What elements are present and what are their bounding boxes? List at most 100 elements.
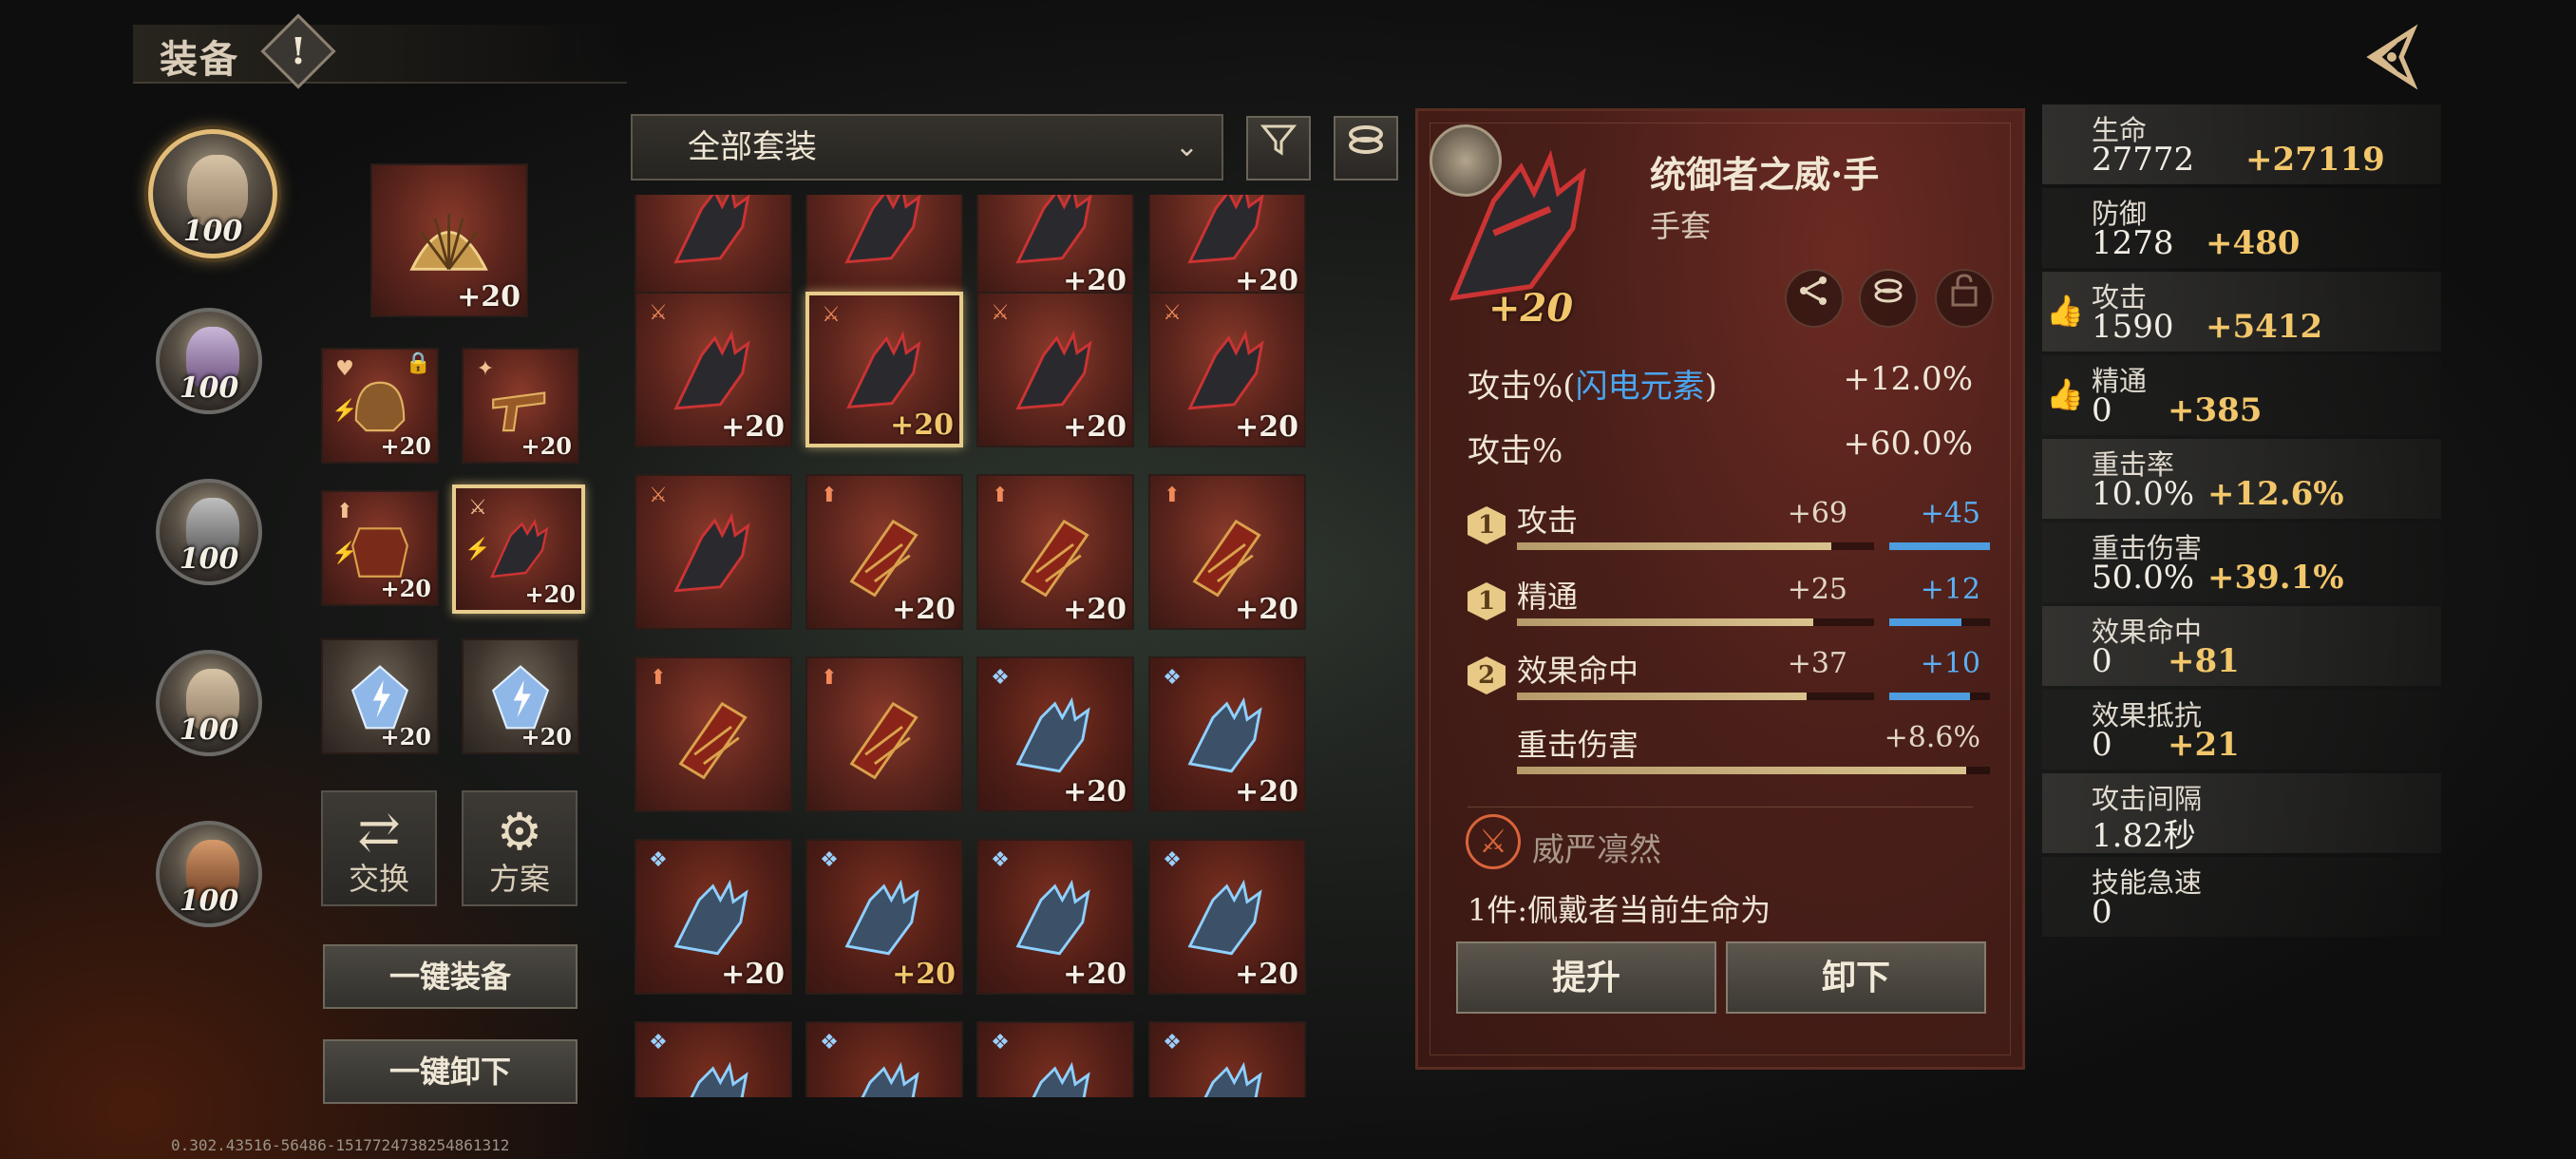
bracer-icon [849,519,919,598]
arrow-set-icon: ⬆ [991,484,1010,507]
inventory-item[interactable]: ❖ +20 [976,656,1134,812]
inventory-item[interactable]: ⚔+20 [976,195,1134,301]
chevron-down-icon: ⌄ [1174,130,1199,163]
stat-row: 精通 0 +385 👍 [2042,355,2441,435]
hero-avatar-2[interactable]: 100 [156,308,262,414]
sub-stat-crit-damage: 重击伤害 +8.6% [1468,721,1990,788]
thumbs-up-icon: 👍 [2046,376,2084,412]
sub-stat-effect-hit: 2 效果命中 +37 +10 [1468,647,1990,713]
plan-button[interactable]: ⚙ 方案 [462,790,578,906]
frost-set-icon: ❖ [991,1031,1010,1054]
inventory-item[interactable]: ⬆ +20 [805,474,963,630]
frost-set-icon: ❖ [991,848,1010,872]
inventory-item[interactable]: ⬆ [635,656,792,812]
inventory-item[interactable]: ⚔+20 [1148,195,1306,301]
equipped-accessory-slot[interactable]: ✦ +20 [462,348,579,464]
item-detail-panel: +20 统御者之威·手 手套 攻击%(闪电元素) +12.0% 攻击% +60.… [1415,108,2025,1070]
equipped-helmet-slot[interactable]: ♥ ⚡ 🔒 +20 [321,348,439,464]
unlock-icon[interactable] [1935,269,1994,328]
gauntlet-icon [673,512,751,593]
arrow-set-icon: ⬆ [820,484,839,507]
gauntlet-icon [1187,330,1265,410]
equipped-armor-slot[interactable]: ⬆ ⚡ +20 [321,490,439,606]
stat-row: 生命 27772 +27119 [2042,104,2441,184]
inventory-item[interactable]: ❖ +20 [1148,656,1306,812]
set-filter-dropdown[interactable]: 全部套装 ⌄ [631,114,1223,180]
inventory-item[interactable]: ❖ +20 [976,839,1134,995]
inventory-item[interactable]: ⚔ [805,195,963,301]
bracer-icon [678,701,748,780]
inventory-item[interactable]: ⬆ +20 [976,474,1134,630]
equipped-gloves-slot[interactable]: ⚔ ⚡ +20 [452,484,585,614]
item-type: 手套 [1650,208,1712,244]
gauntlet-icon [844,195,921,264]
gauntlet-icon [1015,330,1093,410]
inventory-item[interactable]: ❖ +20 [1148,839,1306,995]
unequip-button[interactable]: 卸下 [1726,941,1986,1014]
frost-gauntlet-icon [1015,696,1091,773]
inventory-item[interactable]: ❖ [635,1021,792,1097]
equipped-gem-slot-1[interactable]: +20 [321,638,439,754]
frost-set-icon: ❖ [1163,848,1182,872]
frost-set-icon: ❖ [820,848,839,872]
inventory-item[interactable]: ⚔ +20 [635,292,792,447]
back-arrow-icon[interactable] [2346,19,2432,95]
hero-avatar-3[interactable]: 100 [156,479,262,585]
gauntlet-icon [845,331,921,409]
inventory-item[interactable]: ⚔ +20 [976,292,1134,447]
frost-set-icon: ❖ [649,848,668,872]
inventory-item[interactable]: ❖ +20 [805,839,963,995]
crossed-swords-set-icon: ⚔ [822,303,841,327]
compare-rings-icon[interactable] [1859,269,1918,328]
hero-avatar-1[interactable]: 100 [148,129,277,258]
enhance-level: +20 [1235,775,1298,808]
arrow-set-icon: ⬆ [649,666,668,690]
rings-icon [1349,125,1383,154]
stat-row: 效果抵抗 0 +21 [2042,690,2441,770]
hero-avatar-5[interactable]: 100 [156,821,262,927]
crossed-swords-set-icon: ⚔ [991,301,1010,325]
enhance-level: +20 [721,958,785,991]
enhance-level: +20 [1063,958,1127,991]
equipped-gem-slot-2[interactable]: +20 [462,638,579,754]
frost-gauntlet-icon [673,879,749,956]
enhance-level: +20 [1063,593,1127,626]
inventory-item[interactable]: ❖ [805,1021,963,1097]
fan-weapon-icon [409,214,489,272]
inventory-grid[interactable]: ⚔⚔⚔+20⚔+20⚔+20⚔+20⚔+20⚔+20⚔⬆+20⬆+20⬆+20⬆… [631,195,1315,1097]
inventory-item[interactable]: ⚔ [635,474,792,630]
share-icon[interactable] [1785,269,1844,328]
enhance-level: +20 [1063,410,1127,444]
inventory-item[interactable]: ⬆ +20 [1148,474,1306,630]
unequip-all-button[interactable]: 一键卸下 [323,1039,578,1104]
frost-gauntlet-icon [1032,1061,1091,1097]
frost-gauntlet-icon [861,1061,920,1097]
equipped-weapon-slot[interactable]: +20 [370,163,528,317]
inventory-item[interactable]: ❖ [1148,1021,1306,1097]
swap-button[interactable]: ⇄ 交换 [321,790,437,906]
frost-gauntlet-icon [1187,696,1263,773]
enhance-level: +20 [890,408,954,442]
inventory-item[interactable]: ⚔ +20 [805,292,963,447]
thumbs-up-icon: 👍 [2046,293,2084,329]
upgrade-button[interactable]: 提升 [1456,941,1716,1014]
equip-all-button[interactable]: 一键装备 [323,944,578,1009]
crossed-swords-set-icon: ⚔ [649,301,668,325]
stat-row: 攻击间隔 1.82秒 [2042,773,2441,855]
sub-stat-mastery: 1 精通 +25 +12 [1468,573,1990,639]
item-name: 统御者之威·手 [1650,153,1880,196]
inventory-item[interactable]: ⬆ [805,656,963,812]
filter-funnel-button[interactable] [1246,116,1311,180]
gauntlet-icon [673,330,751,410]
enhance-level: +20 [1235,410,1298,444]
arrow-set-icon: ⬆ [820,666,839,690]
inventory-item[interactable]: ❖ [976,1021,1134,1097]
frost-set-icon: ❖ [649,1031,668,1054]
hero-avatar-4[interactable]: 100 [156,650,262,756]
sort-rings-button[interactable] [1334,116,1398,180]
set-name: 威严凛然 [1532,831,1661,869]
inventory-item[interactable]: ⚔ [635,195,792,301]
enhance-level: +20 [721,410,785,444]
inventory-item[interactable]: ⚔+20 [1148,292,1306,447]
inventory-item[interactable]: ❖ +20 [635,839,792,995]
